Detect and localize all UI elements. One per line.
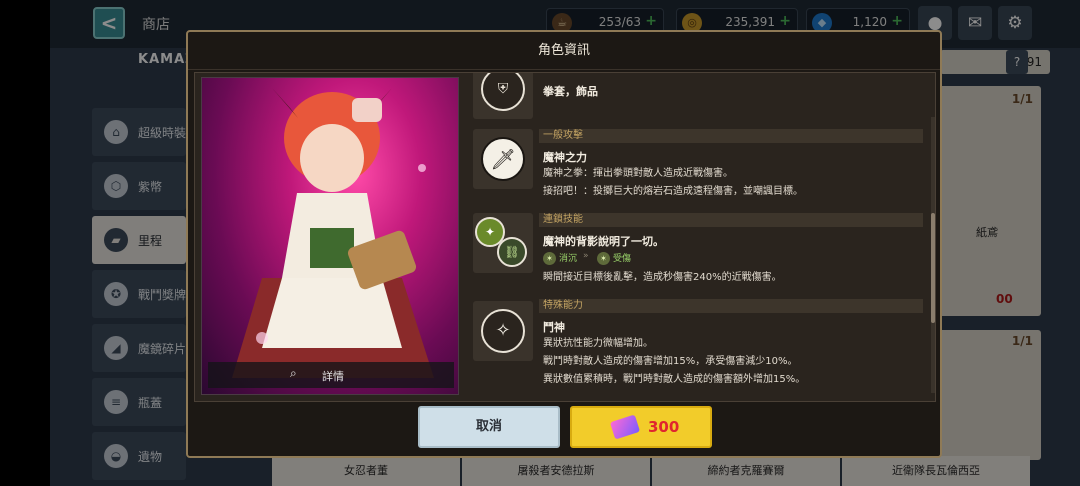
- equipment-text: 拳套，飾品: [543, 85, 598, 98]
- skill-normal-attack: 🗡 一般攻擊 魔神之力 魔神之拳：揮出拳頭對敵人造成近戰傷害。 接招吧！：投擲巨…: [473, 129, 923, 205]
- skill-info-panel[interactable]: ⛨ 拳套，飾品 🗡 一般攻擊 魔神之力 魔神之拳：揮出拳頭對敵人造成近戰傷害。 …: [467, 73, 935, 401]
- status-tag-injured: ✶ 受傷: [597, 251, 631, 265]
- skill-name: 鬥神: [543, 321, 565, 334]
- skill-icon-box: 🗡: [473, 129, 533, 189]
- equipment-row: ⛨ 拳套，飾品: [473, 73, 923, 123]
- character-info-modal: 角色資訊 ⌕ 詳情 ⛨ 拳套，飾品 🗡 一般攻擊 魔神之力 魔神之拳：揮出拳頭對…: [186, 30, 942, 458]
- chain-icon: ⛓: [497, 237, 527, 267]
- skill-description-line: 戰鬥時對敵人造成的傷害增加15%，承受傷害減少10%。: [543, 356, 798, 367]
- status-tag-depressed: ✶ 消沉: [543, 251, 577, 265]
- skill-description-line: 瞬間接近目標後亂擊，造成秒傷害240%的近戰傷害。: [543, 272, 782, 283]
- detail-button[interactable]: ⌕ 詳情: [208, 362, 454, 388]
- skill-category: 特殊能力: [539, 299, 923, 313]
- mileage-ticket-icon: [609, 414, 641, 440]
- skill-description-line: 接招吧！：投擲巨大的熔岩石造成遠程傷害，並嘲諷目標。: [543, 186, 803, 197]
- depressed-status-icon: ✶: [543, 252, 556, 265]
- character-illustration: [232, 88, 434, 378]
- skill-description-line: 異狀抗性能力微幅增加。: [543, 338, 653, 349]
- skill-icon-box: ✧: [473, 301, 533, 361]
- cancel-button[interactable]: 取消: [418, 406, 560, 448]
- character-portrait: ⌕ 詳情: [201, 77, 459, 395]
- injured-status-icon: ✶: [597, 252, 610, 265]
- skill-special-ability: ✧ 特殊能力 鬥神 異狀抗性能力微幅增加。 戰鬥時對敵人造成的傷害增加15%，承…: [473, 299, 923, 399]
- gauntlet-shield-icon: ⛨: [481, 73, 525, 111]
- skill-chain: ✦ ⛓ 連鎖技能 魔神的背影說明了一切。 ✶ 消沉 » ✶ 受傷 瞬間接近目標後亂擊…: [473, 213, 923, 293]
- magnifier-icon: ⌕: [290, 366, 297, 380]
- detail-label: 詳情: [322, 370, 344, 383]
- sword-icon: 🗡: [481, 137, 525, 181]
- sparkle-icon: ✧: [481, 309, 525, 353]
- scrollbar-thumb[interactable]: [931, 213, 935, 323]
- skill-category: 一般攻擊: [539, 129, 923, 143]
- skill-category: 連鎖技能: [539, 213, 923, 227]
- shop-screen: < 商店 ☕ 253/63 + ◎ 235,391 + ◆ 1,120 + ● …: [50, 0, 1080, 486]
- equipment-icon-box: ⛨: [473, 73, 533, 119]
- skill-icon-box: ✦ ⛓: [473, 213, 533, 273]
- purchase-price: 300: [648, 418, 680, 436]
- arrow-icon: »: [583, 251, 589, 261]
- skill-name: 魔神之力: [543, 151, 587, 164]
- purchase-button[interactable]: 300: [570, 406, 712, 448]
- skill-name: 魔神的背影說明了一切。: [543, 235, 664, 248]
- skill-description-line: 異狀數值累積時，戰鬥時對敵人造成的傷害額外增加15%。: [543, 374, 806, 385]
- modal-title: 角色資訊: [188, 32, 940, 70]
- modal-content: ⌕ 詳情 ⛨ 拳套，飾品 🗡 一般攻擊 魔神之力 魔神之拳：揮出拳頭對敵人造成近…: [194, 72, 936, 402]
- skill-description-line: 魔神之拳：揮出拳頭對敵人造成近戰傷害。: [543, 168, 733, 179]
